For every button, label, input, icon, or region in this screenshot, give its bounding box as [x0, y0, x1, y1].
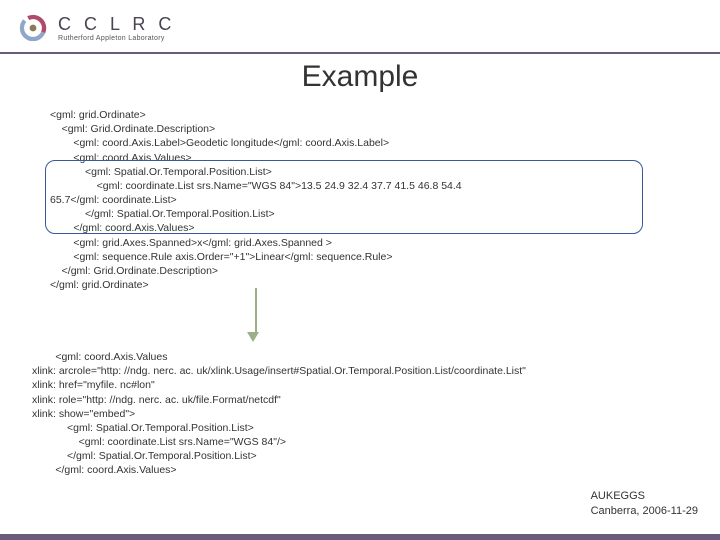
org-name-block: C C L R C Rutherford Appleton Laboratory [58, 14, 175, 42]
org-main: C C L R C [58, 14, 175, 35]
footer-line2: Canberra, 2006-11-29 [591, 504, 698, 518]
org-sub: Rutherford Appleton Laboratory [58, 35, 175, 42]
footer-meta: AUKEGGS Canberra, 2006-11-29 [591, 489, 698, 518]
gml-code-block-2: <gml: coord.Axis.Values xlink: arcrole="… [32, 350, 526, 478]
slide-title: Example [0, 60, 720, 94]
cclrc-logo-icon [16, 11, 50, 45]
down-arrow-icon [252, 288, 259, 342]
slide-header: C C L R C Rutherford Appleton Laboratory [0, 0, 720, 54]
footer-line1: AUKEGGS [591, 489, 698, 503]
gml-code-block-1: <gml: grid.Ordinate> <gml: Grid.Ordinate… [50, 108, 462, 292]
footer-bar [0, 534, 720, 540]
